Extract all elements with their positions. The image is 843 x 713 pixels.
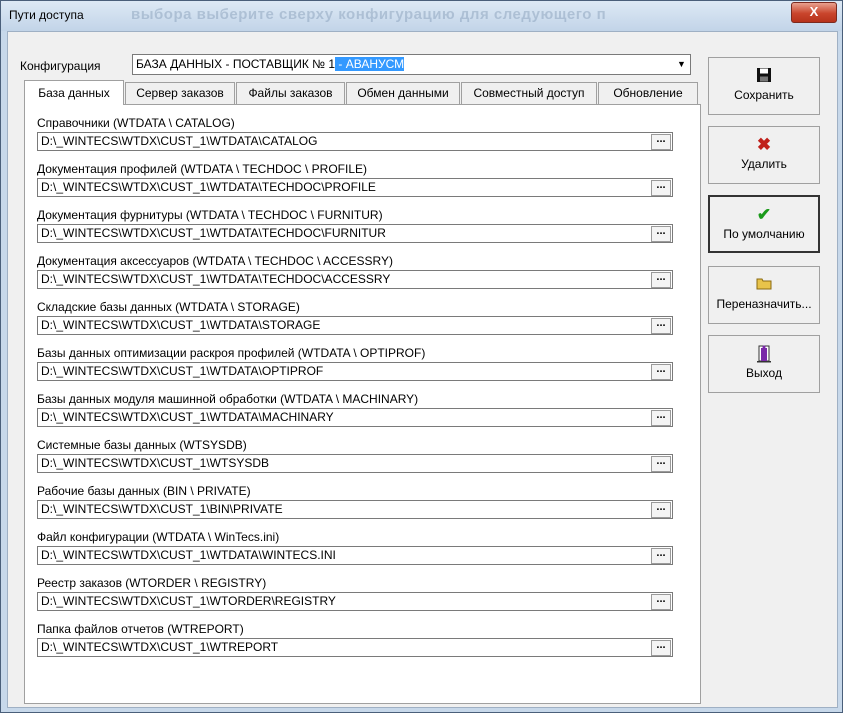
browse-button[interactable]: ... xyxy=(651,410,671,426)
tab-order-files[interactable]: Файлы заказов xyxy=(236,82,345,104)
configuration-value: БАЗА ДАННЫХ - ПОСТАВЩИК № 1 - АВАНУСМ xyxy=(136,57,405,71)
save-label: Сохранить xyxy=(734,88,794,102)
path-input[interactable]: D:\_WINTECS\WTDX\CUST_1\WTDATA\STORAGE..… xyxy=(37,316,673,335)
field-label: Складские базы данных (WTDATA \ STORAGE) xyxy=(37,300,300,314)
field-label: Системные базы данных (WTSYSDB) xyxy=(37,438,247,452)
browse-button[interactable]: ... xyxy=(651,640,671,656)
path-input[interactable]: D:\_WINTECS\WTDX\CUST_1\WTDATA\WINTECS.I… xyxy=(37,546,673,565)
folder-icon xyxy=(709,276,819,294)
path-input[interactable]: D:\_WINTECS\WTDX\CUST_1\WTDATA\CATALOG..… xyxy=(37,132,673,151)
window-title: Пути доступа xyxy=(9,8,84,22)
title-background-text: выбора выберите сверху конфигурацию для … xyxy=(131,6,607,23)
tab-panel-database: Справочники (WTDATA \ CATALOG) D:\_WINTE… xyxy=(24,104,701,704)
exit-button[interactable]: Выход xyxy=(708,335,820,393)
field-label: Справочники (WTDATA \ CATALOG) xyxy=(37,116,235,130)
field-label: Рабочие базы данных (BIN \ PRIVATE) xyxy=(37,484,251,498)
browse-button[interactable]: ... xyxy=(651,502,671,518)
tab-order-server[interactable]: Сервер заказов xyxy=(125,82,235,104)
close-button[interactable]: X xyxy=(791,2,837,23)
browse-button[interactable]: ... xyxy=(651,180,671,196)
path-input[interactable]: D:\_WINTECS\WTDX\CUST_1\WTDATA\TECHDOC\A… xyxy=(37,270,673,289)
field-label: Документация профилей (WTDATA \ TECHDOC … xyxy=(37,162,367,176)
browse-button[interactable]: ... xyxy=(651,318,671,334)
browse-button[interactable]: ... xyxy=(651,594,671,610)
dialog-client-area: Конфигурация БАЗА ДАННЫХ - ПОСТАВЩИК № 1… xyxy=(7,31,838,708)
field-label: Реестр заказов (WTORDER \ REGISTRY) xyxy=(37,576,267,590)
reassign-button[interactable]: Переназначить... xyxy=(708,266,820,324)
field-label: Базы данных оптимизации раскроя профилей… xyxy=(37,346,426,360)
red-x-icon: ✖ xyxy=(756,135,772,154)
field-label: Документация фурнитуры (WTDATA \ TECHDOC… xyxy=(37,208,383,222)
tab-database[interactable]: База данных xyxy=(24,80,124,105)
configuration-label: Конфигурация xyxy=(20,59,101,73)
browse-button[interactable]: ... xyxy=(651,134,671,150)
configuration-value-selected: - АВАНУСМ xyxy=(335,57,405,71)
save-button[interactable]: Сохранить xyxy=(708,57,820,115)
browse-button[interactable]: ... xyxy=(651,548,671,564)
tab-shared-access[interactable]: Совместный доступ xyxy=(461,82,597,104)
path-input[interactable]: D:\_WINTECS\WTDX\CUST_1\BIN\PRIVATE... xyxy=(37,500,673,519)
close-icon: X xyxy=(809,4,819,19)
browse-button[interactable]: ... xyxy=(651,456,671,472)
exit-door-icon xyxy=(709,345,819,363)
path-input[interactable]: D:\_WINTECS\WTDX\CUST_1\WTDATA\TECHDOC\F… xyxy=(37,224,673,243)
floppy-icon xyxy=(709,67,819,85)
chevron-down-icon[interactable]: ▼ xyxy=(673,55,690,74)
browse-button[interactable]: ... xyxy=(651,364,671,380)
default-button[interactable]: ✔ По умолчанию xyxy=(708,195,820,253)
title-bar[interactable]: Пути доступа выбора выберите сверху конф… xyxy=(1,1,842,31)
configuration-select[interactable]: БАЗА ДАННЫХ - ПОСТАВЩИК № 1 - АВАНУСМ ▼ xyxy=(132,54,691,75)
field-label: Файл конфигурации (WTDATA \ WinTecs.ini) xyxy=(37,530,280,544)
path-input[interactable]: D:\_WINTECS\WTDX\CUST_1\WTDATA\MACHINARY… xyxy=(37,408,673,427)
dialog-window: Пути доступа выбора выберите сверху конф… xyxy=(0,0,843,713)
delete-button[interactable]: ✖ Удалить xyxy=(708,126,820,184)
browse-button[interactable]: ... xyxy=(651,272,671,288)
delete-label: Удалить xyxy=(741,157,787,171)
default-label: По умолчанию xyxy=(723,227,805,241)
browse-button[interactable]: ... xyxy=(651,226,671,242)
tab-update[interactable]: Обновление xyxy=(598,82,698,104)
reassign-label: Переназначить... xyxy=(716,297,812,311)
path-input[interactable]: D:\_WINTECS\WTDX\CUST_1\WTREPORT... xyxy=(37,638,673,657)
tab-data-exchange[interactable]: Обмен данными xyxy=(346,82,460,104)
path-input[interactable]: D:\_WINTECS\WTDX\CUST_1\WTSYSDB... xyxy=(37,454,673,473)
green-check-icon: ✔ xyxy=(756,205,772,224)
exit-label: Выход xyxy=(746,366,782,380)
path-input[interactable]: D:\_WINTECS\WTDX\CUST_1\WTDATA\TECHDOC\P… xyxy=(37,178,673,197)
field-label: Документация аксессуаров (WTDATA \ TECHD… xyxy=(37,254,393,268)
path-input[interactable]: D:\_WINTECS\WTDX\CUST_1\WTDATA\OPTIPROF.… xyxy=(37,362,673,381)
path-input[interactable]: D:\_WINTECS\WTDX\CUST_1\WTORDER\REGISTRY… xyxy=(37,592,673,611)
field-label: Базы данных модуля машинной обработки (W… xyxy=(37,392,419,406)
field-label: Папка файлов отчетов (WTREPORT) xyxy=(37,622,244,636)
